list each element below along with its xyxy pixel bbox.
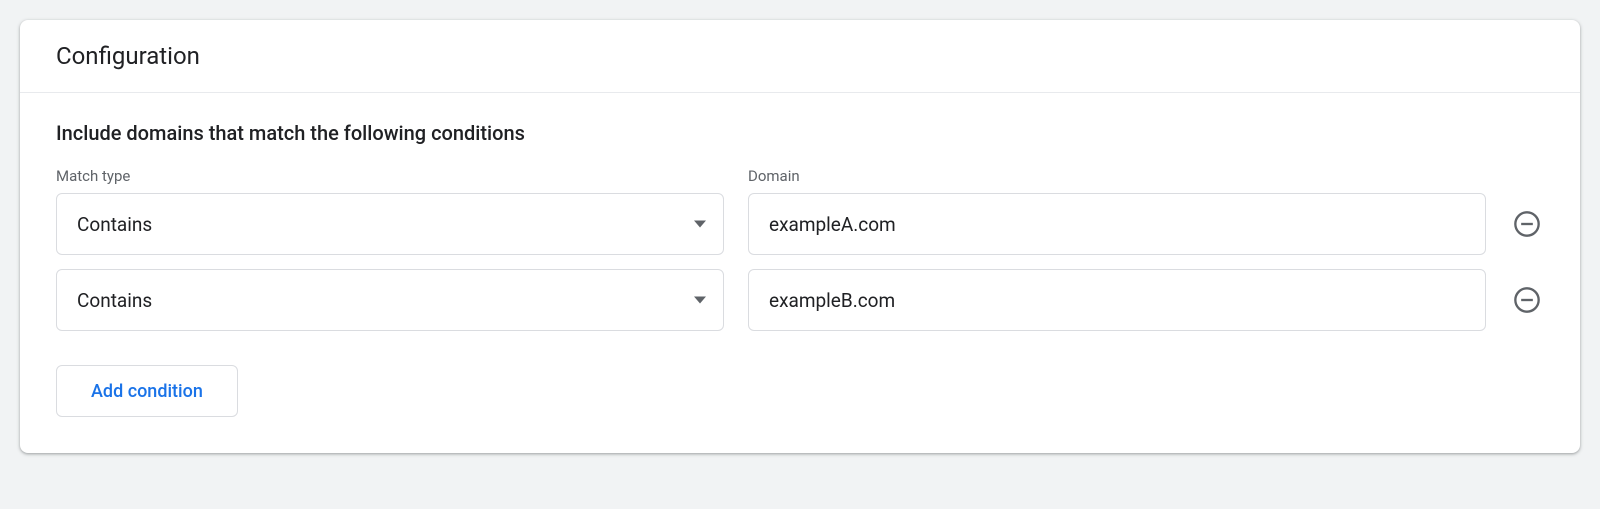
match-type-value: Contains	[77, 289, 152, 312]
match-type-select[interactable]: Contains	[56, 269, 724, 331]
remove-circle-icon	[1513, 210, 1541, 238]
match-type-select[interactable]: Contains	[56, 193, 724, 255]
domain-label: Domain	[748, 167, 1544, 185]
domain-input[interactable]	[748, 269, 1486, 331]
card-body: Include domains that match the following…	[20, 93, 1580, 453]
configuration-card: Configuration Include domains that match…	[20, 20, 1580, 453]
domain-input[interactable]	[748, 193, 1486, 255]
chevron-down-icon	[694, 297, 706, 304]
chevron-down-icon	[694, 221, 706, 228]
remove-condition-button[interactable]	[1510, 283, 1544, 317]
match-type-value: Contains	[77, 213, 152, 236]
section-title: Include domains that match the following…	[56, 121, 1544, 145]
remove-circle-icon	[1513, 286, 1541, 314]
condition-row: Contains	[56, 269, 1544, 331]
match-type-label: Match type	[56, 167, 724, 185]
card-title: Configuration	[56, 42, 1544, 70]
add-condition-button[interactable]: Add condition	[56, 365, 238, 417]
condition-row: Contains	[56, 193, 1544, 255]
labels-row: Match type Domain	[56, 167, 1544, 185]
card-header: Configuration	[20, 20, 1580, 93]
remove-condition-button[interactable]	[1510, 207, 1544, 241]
